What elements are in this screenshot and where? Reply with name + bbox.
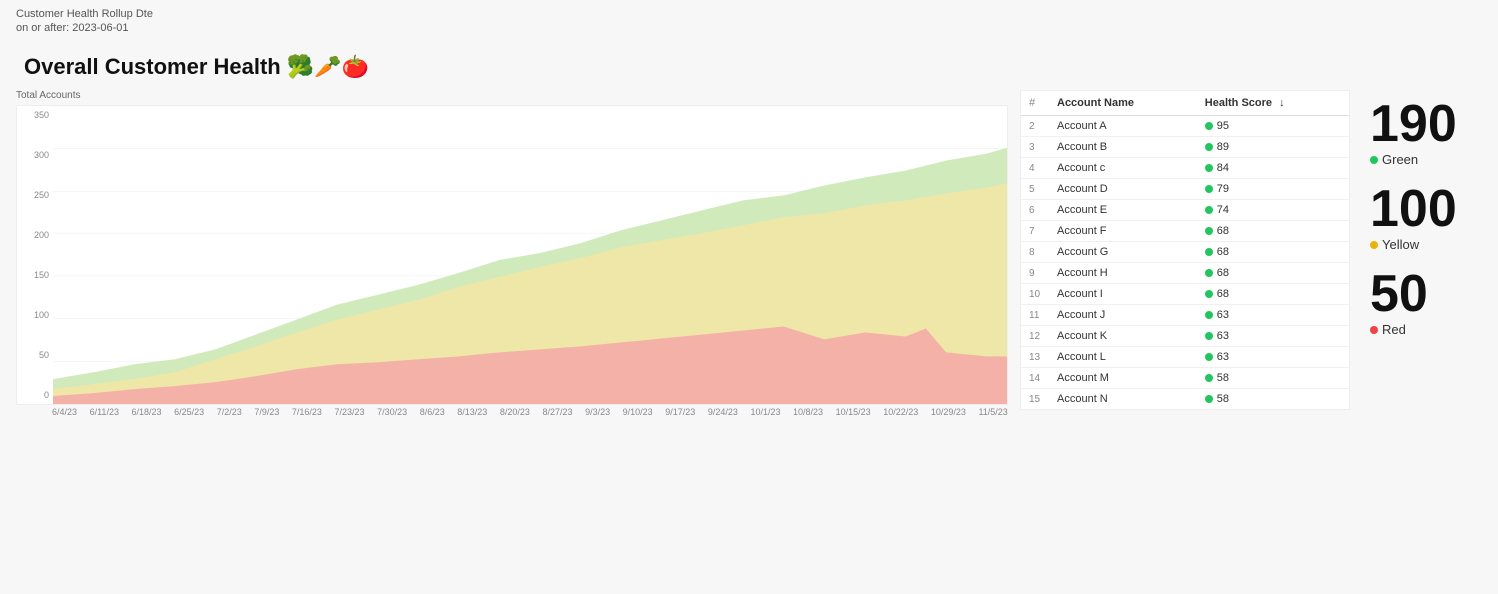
col-account: Account Name	[1049, 91, 1197, 116]
yellow-count: 100	[1370, 183, 1482, 235]
score-dot	[1205, 395, 1213, 403]
main-heading: Overall Customer Health 🥦🥕🍅	[0, 42, 1498, 90]
chart-svg-container	[53, 106, 1007, 404]
score-dot	[1205, 311, 1213, 319]
table-row: 2 Account A 95	[1021, 116, 1349, 137]
score-dot	[1205, 122, 1213, 130]
chart-container: Total Accounts 0 50 100 150 200 250 300 …	[16, 90, 1008, 417]
score-dot	[1205, 332, 1213, 340]
table-row: 16 Account O 53	[1021, 410, 1349, 411]
score-dot	[1205, 290, 1213, 298]
table-row: 6 Account E 74	[1021, 200, 1349, 221]
table-row: 14 Account M 58	[1021, 368, 1349, 389]
content-area: Total Accounts 0 50 100 150 200 250 300 …	[0, 90, 1498, 417]
col-score: Health Score ↓	[1197, 91, 1349, 116]
score-dot	[1205, 164, 1213, 172]
score-dot	[1205, 143, 1213, 151]
page-title: Customer Health Rollup Dte	[0, 0, 1498, 22]
table-row: 4 Account c 84	[1021, 158, 1349, 179]
red-count: 50	[1370, 268, 1482, 320]
score-dot	[1205, 227, 1213, 235]
table-row: 13 Account L 63	[1021, 347, 1349, 368]
score-dot	[1205, 206, 1213, 214]
yellow-label: Yellow	[1370, 237, 1482, 252]
accounts-table: # Account Name Health Score ↓ 2 Account …	[1020, 90, 1350, 410]
score-dot	[1205, 269, 1213, 277]
green-dot	[1370, 156, 1378, 164]
score-dot	[1205, 185, 1213, 193]
table-row: 7 Account F 68	[1021, 221, 1349, 242]
red-dot	[1370, 326, 1378, 334]
sort-icon[interactable]: ↓	[1279, 97, 1285, 109]
green-count: 190	[1370, 98, 1482, 150]
table-row: 12 Account K 63	[1021, 326, 1349, 347]
score-dot	[1205, 374, 1213, 382]
table-row: 3 Account B 89	[1021, 137, 1349, 158]
score-dot	[1205, 248, 1213, 256]
chart-wrapper: 0 50 100 150 200 250 300 350	[16, 105, 1008, 405]
stat-red: 50 Red	[1370, 268, 1482, 337]
table-row: 15 Account N 58	[1021, 389, 1349, 410]
table-row: 8 Account G 68	[1021, 242, 1349, 263]
col-number: #	[1021, 91, 1049, 116]
stat-yellow: 100 Yellow	[1370, 183, 1482, 252]
score-dot	[1205, 353, 1213, 361]
stat-green: 190 Green	[1370, 98, 1482, 167]
table-row: 5 Account D 79	[1021, 179, 1349, 200]
red-label: Red	[1370, 322, 1482, 337]
yellow-dot	[1370, 241, 1378, 249]
table-row: 11 Account J 63	[1021, 305, 1349, 326]
green-label: Green	[1370, 152, 1482, 167]
filter-text: on or after: 2023-06-01	[0, 22, 1498, 42]
x-axis-labels: 6/4/23 6/11/23 6/18/23 6/25/23 7/2/23 7/…	[52, 407, 1008, 417]
y-axis-label: Total Accounts	[16, 90, 1008, 101]
stats-panel: 190 Green 100 Yellow 50 Red	[1362, 90, 1482, 417]
table-row: 9 Account H 68	[1021, 263, 1349, 284]
y-axis-labels: 0 50 100 150 200 250 300 350	[17, 106, 53, 404]
table-row: 10 Account I 68	[1021, 284, 1349, 305]
